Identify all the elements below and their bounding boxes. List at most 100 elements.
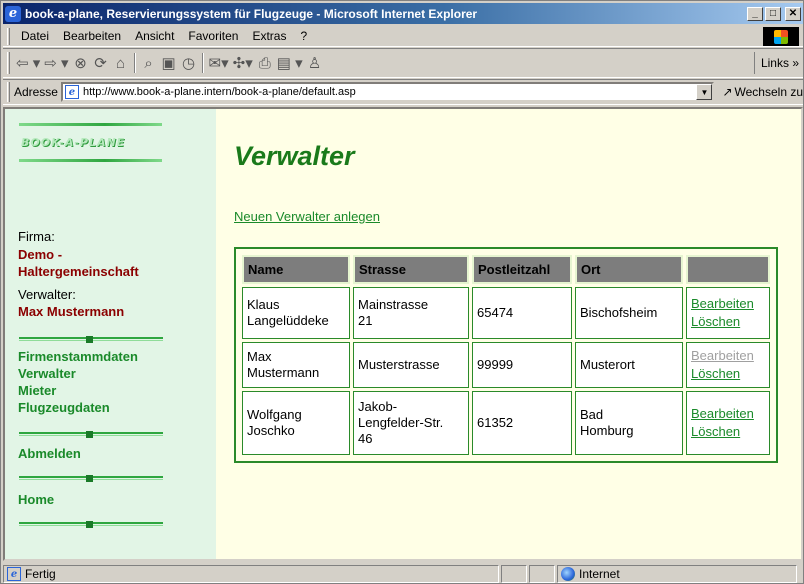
- search-icon[interactable]: ⌕: [139, 52, 159, 74]
- go-button[interactable]: ↗ Wechseln zu: [722, 85, 803, 99]
- logo: BOOK-A-PLANE: [19, 123, 162, 171]
- menu-ansicht[interactable]: Ansicht: [128, 29, 181, 43]
- toolbar: ⇦ ▾ ⇨ ▾ ⊗ ⟳ ⌂ ⌕ ▣ ◷ ✉▾ ✣▾ ⎙ ▤ ▾ ♙ Links …: [3, 48, 803, 78]
- discuss-icon[interactable]: ♙: [305, 52, 325, 74]
- title-bar[interactable]: e book-a-plane, Reservierungssystem für …: [3, 3, 803, 24]
- cell-actions: Bearbeiten Löschen: [686, 342, 770, 388]
- status-zone: Internet: [557, 565, 797, 583]
- cell-street: Jakob- Lengfelder-Str. 46: [353, 391, 469, 455]
- edit-link-disabled: Bearbeiten: [691, 348, 754, 363]
- address-bar: Adresse e http://www.book-a-plane.intern…: [3, 79, 803, 105]
- page-title: Verwalter: [234, 141, 355, 171]
- page-content: BOOK-A-PLANE Firma: Demo - Haltergemeins…: [3, 107, 803, 561]
- logo-line-top: [19, 123, 162, 126]
- nav-mieter[interactable]: Mieter: [18, 383, 56, 398]
- column-header-actions: [686, 255, 770, 284]
- admin-table: Name Strasse Postleitzahl Ort Klaus Lange…: [239, 252, 773, 458]
- maximize-button[interactable]: □: [765, 6, 781, 21]
- chevron-down-icon[interactable]: ▼: [696, 84, 713, 100]
- menu-grip[interactable]: [7, 27, 10, 45]
- home-icon[interactable]: ⌂: [111, 52, 131, 74]
- cell-zip: 99999: [472, 342, 572, 388]
- column-header-postleitzahl: Postleitzahl: [472, 255, 572, 284]
- column-header-ort: Ort: [575, 255, 683, 284]
- cell-name: Klaus Langelüddeke: [242, 287, 350, 339]
- column-header-name: Name: [242, 255, 350, 284]
- main-area: Verwalter Neuen Verwalter anlegen Name S…: [216, 109, 801, 559]
- links-button[interactable]: Links »: [753, 52, 803, 74]
- page-icon: e: [64, 85, 79, 99]
- edit-link[interactable]: Bearbeiten: [691, 295, 765, 313]
- firm-name-line-1: Demo -: [18, 247, 63, 262]
- toolbar-grip[interactable]: [7, 52, 10, 74]
- go-arrow-icon: ↗: [722, 85, 733, 99]
- cell-city: Bad Homburg: [575, 391, 683, 455]
- refresh-icon[interactable]: ⟳: [91, 52, 111, 74]
- nav-verwalter[interactable]: Verwalter: [18, 366, 76, 381]
- page-status-icon: e: [7, 567, 21, 581]
- window-title: book-a-plane, Reservierungssystem für Fl…: [25, 6, 478, 21]
- menu-extras[interactable]: Extras: [245, 29, 293, 43]
- cell-actions: Bearbeiten Löschen: [686, 287, 770, 339]
- windows-logo-icon: [763, 27, 799, 46]
- cell-name: Max Mustermann: [242, 342, 350, 388]
- nav-home[interactable]: Home: [18, 492, 54, 507]
- table-row: Klaus Langelüddeke Mainstrasse 21 65474 Bi…: [242, 287, 770, 339]
- table-row: Max Mustermann Musterstrasse 99999 Muster…: [242, 342, 770, 388]
- history-icon[interactable]: ◷: [179, 52, 199, 74]
- menu-bearbeiten[interactable]: Bearbeiten: [56, 29, 128, 43]
- address-input[interactable]: e http://www.book-a-plane.intern/book-a-…: [60, 82, 715, 102]
- internet-explorer-icon: e: [5, 5, 21, 22]
- cell-zip: 65474: [472, 287, 572, 339]
- status-panel: [501, 565, 527, 583]
- status-panel: [529, 565, 555, 583]
- nav-firmenstammdaten[interactable]: Firmenstammdaten: [18, 349, 138, 364]
- delete-link[interactable]: Löschen: [691, 313, 765, 331]
- admin-label: Verwalter:: [18, 287, 76, 302]
- print-icon[interactable]: ⎙: [255, 52, 275, 74]
- divider: [19, 521, 163, 528]
- divider: [19, 431, 163, 438]
- cell-street: Mainstrasse 21: [353, 287, 469, 339]
- nav-abmelden[interactable]: Abmelden: [18, 446, 81, 461]
- forward-icon[interactable]: ⇨ ▾: [42, 52, 70, 74]
- delete-link[interactable]: Löschen: [691, 423, 765, 441]
- cell-zip: 61352: [472, 391, 572, 455]
- cell-city: Bischofsheim: [575, 287, 683, 339]
- go-label: Wechseln zu: [734, 85, 803, 99]
- close-button[interactable]: ✕: [785, 6, 801, 21]
- edit-link[interactable]: Bearbeiten: [691, 405, 765, 423]
- minimize-button[interactable]: _: [747, 6, 763, 21]
- mail-icon[interactable]: ✉▾: [207, 52, 231, 74]
- delete-link[interactable]: Löschen: [691, 365, 765, 383]
- new-admin-link[interactable]: Neuen Verwalter anlegen: [234, 209, 380, 224]
- toolbar-separator: [201, 53, 204, 73]
- firm-label: Firma:: [18, 229, 55, 244]
- address-grip[interactable]: [7, 82, 10, 102]
- table-row: Wolfgang Joschko Jakob- Lengfelder-Str. 46 …: [242, 391, 770, 455]
- back-icon[interactable]: ⇦ ▾: [14, 52, 42, 74]
- favorites-icon[interactable]: ▣: [159, 52, 179, 74]
- menu-favoriten[interactable]: Favoriten: [181, 29, 245, 43]
- nav-flugzeugdaten[interactable]: Flugzeugdaten: [18, 400, 110, 415]
- menu-help[interactable]: ?: [293, 29, 314, 43]
- logo-line-bottom: [19, 159, 162, 162]
- admin-table-frame: Name Strasse Postleitzahl Ort Klaus Lange…: [234, 247, 778, 463]
- cell-actions: Bearbeiten Löschen: [686, 391, 770, 455]
- edit-icon[interactable]: ▤ ▾: [275, 52, 305, 74]
- firm-name-line-2: Haltergemeinschaft: [18, 264, 139, 279]
- address-url: http://www.book-a-plane.intern/book-a-pl…: [82, 86, 356, 98]
- admin-name: Max Mustermann: [18, 304, 125, 319]
- divider: [19, 336, 163, 343]
- address-label: Adresse: [13, 85, 58, 99]
- stop-icon[interactable]: ⊗: [71, 52, 91, 74]
- status-bar: e Fertig Internet: [3, 564, 803, 584]
- cell-city: Musterort: [575, 342, 683, 388]
- menu-datei[interactable]: Datei: [14, 29, 56, 43]
- window-controls: _ □ ✕: [747, 6, 801, 21]
- cell-name: Wolfgang Joschko: [242, 391, 350, 455]
- firm-name: Demo - Haltergemeinschaft: [18, 246, 139, 280]
- column-header-strasse: Strasse: [353, 255, 469, 284]
- menu-bar: Datei Bearbeiten Ansicht Favoriten Extra…: [3, 26, 803, 47]
- messenger-icon[interactable]: ✣▾: [231, 52, 255, 74]
